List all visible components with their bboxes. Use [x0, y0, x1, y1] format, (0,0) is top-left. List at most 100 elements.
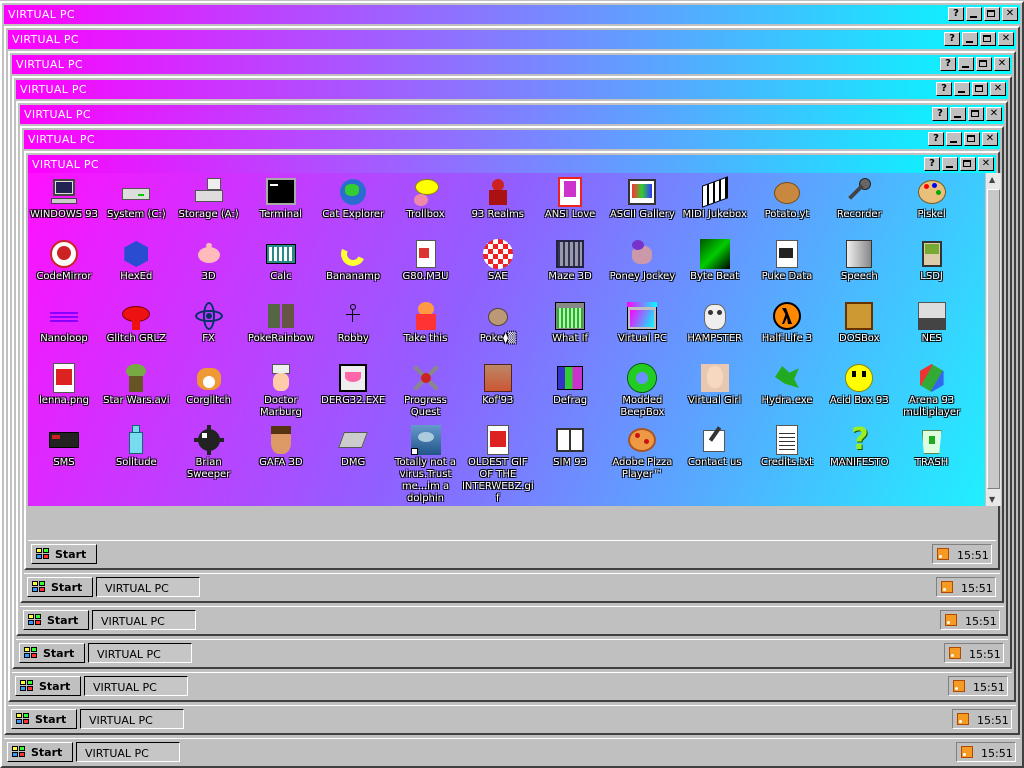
help-button[interactable]: ? [932, 107, 948, 121]
help-button[interactable]: ? [948, 7, 964, 21]
maximize-button[interactable] [984, 7, 1000, 21]
desktop-icon[interactable]: Defrag [534, 362, 606, 407]
desktop-icon[interactable]: SAE [462, 238, 534, 283]
desktop-icon[interactable]: Piskel [896, 176, 968, 221]
desktop-icon[interactable]: SMS [28, 424, 100, 469]
rss-icon[interactable] [937, 548, 949, 560]
help-button[interactable]: ? [944, 32, 960, 46]
vertical-scrollbar[interactable]: ▲ ▼ [985, 173, 1001, 506]
close-button[interactable] [986, 107, 1002, 121]
title-bar[interactable]: VIRTUAL PC ? [20, 105, 1004, 124]
desktop-icon[interactable]: ASCII Gallery [606, 176, 678, 221]
desktop-icon[interactable]: TRASH [896, 424, 968, 469]
desktop-icon[interactable]: Calc [245, 238, 317, 283]
taskbar-item-virtual-pc[interactable]: VIRTUAL PC [84, 676, 188, 696]
desktop-icon[interactable]: Take this [390, 300, 462, 345]
desktop-icon[interactable]: Glitch GRLZ [100, 300, 172, 345]
minimize-button[interactable] [954, 82, 970, 96]
desktop-icon[interactable]: Progress Quest [390, 362, 462, 419]
rss-icon[interactable] [961, 746, 973, 758]
desktop-icon[interactable]: Virtual PC [606, 300, 678, 345]
taskbar-item-virtual-pc[interactable]: VIRTUAL PC [80, 709, 184, 729]
desktop-icon[interactable]: Trollbox [390, 176, 462, 221]
desktop-icon[interactable]: PokeRainbow [245, 300, 317, 345]
maximize-button[interactable] [968, 107, 984, 121]
start-button[interactable]: Start [31, 544, 97, 564]
scroll-thumb[interactable] [987, 189, 1000, 489]
maximize-button[interactable] [972, 82, 988, 96]
taskbar-item-virtual-pc[interactable]: VIRTUAL PC [88, 643, 192, 663]
desktop-icon[interactable]: ? MANIFESTO [823, 424, 895, 469]
title-bar[interactable]: VIRTUAL PC ? [24, 130, 1000, 149]
rss-icon[interactable] [953, 680, 965, 692]
minimize-button[interactable] [950, 107, 966, 121]
desktop-icon[interactable]: MIDI Jukebox [679, 176, 751, 221]
desktop-icon[interactable]: 3D [173, 238, 245, 283]
help-button[interactable]: ? [936, 82, 952, 96]
desktop-icon[interactable]: Byte Beat [679, 238, 751, 283]
desktop-icon[interactable]: Half-Life 3 [751, 300, 823, 345]
desktop-icon[interactable]: What If [534, 300, 606, 345]
help-button[interactable]: ? [940, 57, 956, 71]
title-bar[interactable]: VIRTUAL PC ? [12, 55, 1012, 74]
rss-icon[interactable] [945, 614, 957, 626]
desktop-icon[interactable]: WINDOWS 93 [28, 176, 100, 221]
maximize-button[interactable] [980, 32, 996, 46]
desktop-icon[interactable]: lenna.png [28, 362, 100, 407]
close-button[interactable] [982, 132, 998, 146]
close-button[interactable] [998, 32, 1014, 46]
title-bar[interactable]: VIRTUAL PC ? [16, 80, 1008, 99]
desktop-icon[interactable]: Storage (A:) [173, 176, 245, 221]
desktop-icon[interactable]: Doctor Marburg [245, 362, 317, 419]
desktop-icon[interactable]: Terminal [245, 176, 317, 221]
desktop-icon[interactable]: Adobe Pizza Player™ [606, 424, 678, 481]
desktop-icon[interactable]: LSDJ [896, 238, 968, 283]
rss-icon[interactable] [941, 581, 953, 593]
taskbar-item-virtual-pc[interactable]: VIRTUAL PC [92, 610, 196, 630]
desktop-icon[interactable]: Arena 93 multiplayer [896, 362, 968, 419]
desktop-icon[interactable]: Nanoloop [28, 300, 100, 345]
close-button[interactable] [994, 57, 1010, 71]
desktop-icon[interactable]: G80.M3U [390, 238, 462, 283]
scroll-down-icon[interactable]: ▼ [989, 495, 995, 504]
close-button[interactable] [978, 157, 994, 171]
desktop-icon[interactable]: HAMPSTER [679, 300, 751, 345]
start-button[interactable]: Start [11, 709, 77, 729]
desktop-icon[interactable]: Star Wars.avi [100, 362, 172, 407]
close-button[interactable] [1002, 7, 1018, 21]
desktop-icon[interactable]: Virtual Girl [679, 362, 751, 407]
start-button[interactable]: Start [19, 643, 85, 663]
maximize-button[interactable] [976, 57, 992, 71]
desktop[interactable]: WINDOWS 93 System (C:) Storage (A:) Termina… [28, 173, 985, 506]
minimize-button[interactable] [966, 7, 982, 21]
desktop-icon[interactable]: HexEd [100, 238, 172, 283]
help-button[interactable]: ? [924, 157, 940, 171]
maximize-button[interactable] [964, 132, 980, 146]
desktop-icon[interactable]: Recorder [823, 176, 895, 221]
rss-icon[interactable] [949, 647, 961, 659]
start-button[interactable]: Start [7, 742, 73, 762]
title-bar[interactable]: VIRTUAL PC ? [28, 155, 996, 174]
minimize-button[interactable] [946, 132, 962, 146]
desktop-icon[interactable]: Maze 3D [534, 238, 606, 283]
desktop-icon[interactable]: Bananamp [317, 238, 389, 283]
title-bar[interactable]: VIRTUAL PC ? [8, 30, 1016, 49]
start-button[interactable]: Start [15, 676, 81, 696]
desktop-icon[interactable]: Potato.yt [751, 176, 823, 221]
title-bar[interactable]: VIRTUAL PC ? [4, 5, 1020, 24]
desktop-icon[interactable]: Totally not a virus.Trust me...im a dolp… [390, 424, 462, 505]
desktop-icon[interactable]: ANSI Love [534, 176, 606, 221]
rss-icon[interactable] [957, 713, 969, 725]
desktop-icon[interactable]: Modded BeepBox [606, 362, 678, 419]
desktop-icon[interactable]: Hydra.exe [751, 362, 823, 407]
desktop-icon[interactable]: CodeMirror [28, 238, 100, 283]
desktop-icon[interactable]: 93 Realms [462, 176, 534, 221]
minimize-button[interactable] [958, 57, 974, 71]
desktop-icon[interactable]: Brian Sweeper [173, 424, 245, 481]
desktop-icon[interactable]: System (C:) [100, 176, 172, 221]
start-button[interactable]: Start [23, 610, 89, 630]
taskbar-item-virtual-pc[interactable]: VIRTUAL PC [96, 577, 200, 597]
desktop-icon[interactable]: Cat Explorer [317, 176, 389, 221]
desktop-icon[interactable]: NES [896, 300, 968, 345]
desktop-icon[interactable]: Poney Jockey [606, 238, 678, 283]
